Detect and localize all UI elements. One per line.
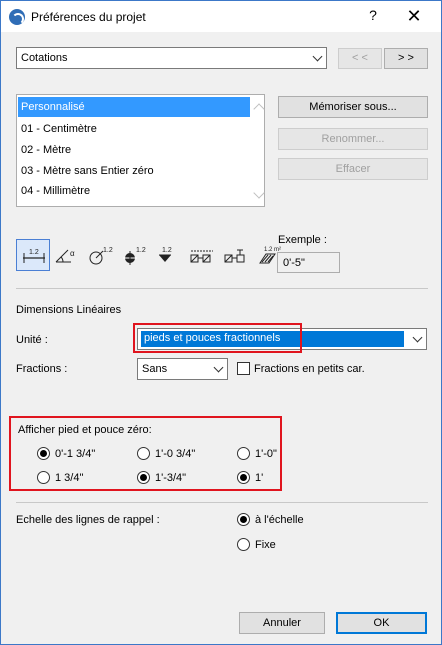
- help-button[interactable]: ?: [365, 7, 381, 25]
- save-as-button[interactable]: Mémoriser sous...: [278, 96, 428, 118]
- linear-section-title: Dimensions Linéaires: [16, 304, 122, 316]
- delete-button[interactable]: Effacer: [278, 158, 428, 180]
- close-button[interactable]: ✕: [403, 5, 425, 27]
- list-item[interactable]: 01 - Centimètre: [18, 119, 250, 139]
- scroll-up-icon[interactable]: [253, 103, 265, 115]
- preset-value: Cotations: [21, 52, 68, 64]
- scale-label: Echelle des lignes de rappel :: [16, 514, 160, 526]
- list-item[interactable]: Personnalisé: [18, 97, 250, 117]
- ok-button[interactable]: OK: [336, 612, 427, 634]
- angular-dimension-icon[interactable]: α: [50, 239, 84, 271]
- level-dimension-icon[interactable]: 1.2: [118, 239, 152, 271]
- preferences-dialog: Préférences du projet ? ✕ Cotations < < …: [0, 0, 442, 645]
- window-title: Préférences du projet: [31, 10, 146, 24]
- elevation-dimension-icon[interactable]: 1.2: [152, 239, 186, 271]
- chevron-down-icon: [412, 332, 423, 343]
- radial-dimension-icon[interactable]: 1.2: [84, 239, 118, 271]
- small-fractions-label: Fractions en petits car.: [254, 363, 365, 375]
- small-fractions-checkbox[interactable]: [237, 362, 250, 375]
- linear-dimension-icon[interactable]: 1.2: [16, 239, 50, 271]
- to-scale-radio[interactable]: [237, 513, 250, 526]
- zero-option-label: 1': [255, 472, 264, 484]
- scroll-down-icon[interactable]: [253, 187, 265, 199]
- sill-height-icon[interactable]: [220, 239, 254, 271]
- zero-option-label: 1 3/4": [55, 472, 84, 484]
- zero-option-label: 1'-0 3/4": [155, 448, 196, 460]
- fixed-radio[interactable]: [237, 538, 250, 551]
- zero-option-radio[interactable]: [237, 447, 250, 460]
- zero-option-label: 1'-3/4": [155, 472, 187, 484]
- zero-display-title: Afficher pied et pouce zéro:: [18, 424, 152, 436]
- title-bar: Préférences du projet ? ✕: [1, 1, 441, 32]
- fractions-value: Sans: [142, 363, 168, 375]
- divider: [16, 502, 428, 503]
- preset-dropdown[interactable]: Cotations: [16, 47, 327, 69]
- previous-preset-button[interactable]: < <: [338, 48, 382, 69]
- list-item[interactable]: 02 - Mètre: [18, 140, 250, 160]
- divider: [16, 288, 428, 289]
- svg-text:1.2: 1.2: [162, 247, 172, 254]
- unit-label: Unité :: [16, 334, 48, 346]
- app-logo-icon: [9, 9, 25, 25]
- to-scale-label: à l'échelle: [255, 514, 304, 526]
- fixed-label: Fixe: [255, 539, 276, 551]
- svg-text:α: α: [70, 249, 75, 258]
- fractions-label: Fractions :: [16, 363, 68, 375]
- chevron-down-icon: [213, 362, 224, 373]
- zero-option-label: 1'-0": [255, 448, 277, 460]
- list-item[interactable]: 03 - Mètre sans Entier zéro: [18, 161, 250, 181]
- next-preset-button[interactable]: > >: [384, 48, 428, 69]
- svg-text:1.2: 1.2: [103, 247, 113, 254]
- svg-text:1.2: 1.2: [136, 247, 146, 254]
- cancel-button[interactable]: Annuler: [239, 612, 325, 634]
- zero-option-radio[interactable]: [237, 471, 250, 484]
- highlight-frame: [133, 323, 302, 353]
- zero-option-radio[interactable]: [137, 447, 150, 460]
- preset-list[interactable]: Personnalisé 01 - Centimètre 02 - Mètre …: [16, 94, 265, 207]
- zero-option-label: 0'-1 3/4": [55, 448, 96, 460]
- zero-option-radio[interactable]: [37, 471, 50, 484]
- example-label: Exemple :: [278, 234, 327, 246]
- chevron-down-icon: [312, 51, 323, 62]
- zero-option-radio[interactable]: [37, 447, 50, 460]
- example-preview: 0'-5": [277, 252, 340, 273]
- list-item[interactable]: 04 - Millimètre: [18, 181, 250, 201]
- door-window-dimension-icon[interactable]: [186, 239, 220, 271]
- rename-button[interactable]: Renommer...: [278, 128, 428, 150]
- svg-text:1.2: 1.2: [29, 249, 39, 256]
- fractions-dropdown[interactable]: Sans: [137, 358, 228, 380]
- zero-option-radio[interactable]: [137, 471, 150, 484]
